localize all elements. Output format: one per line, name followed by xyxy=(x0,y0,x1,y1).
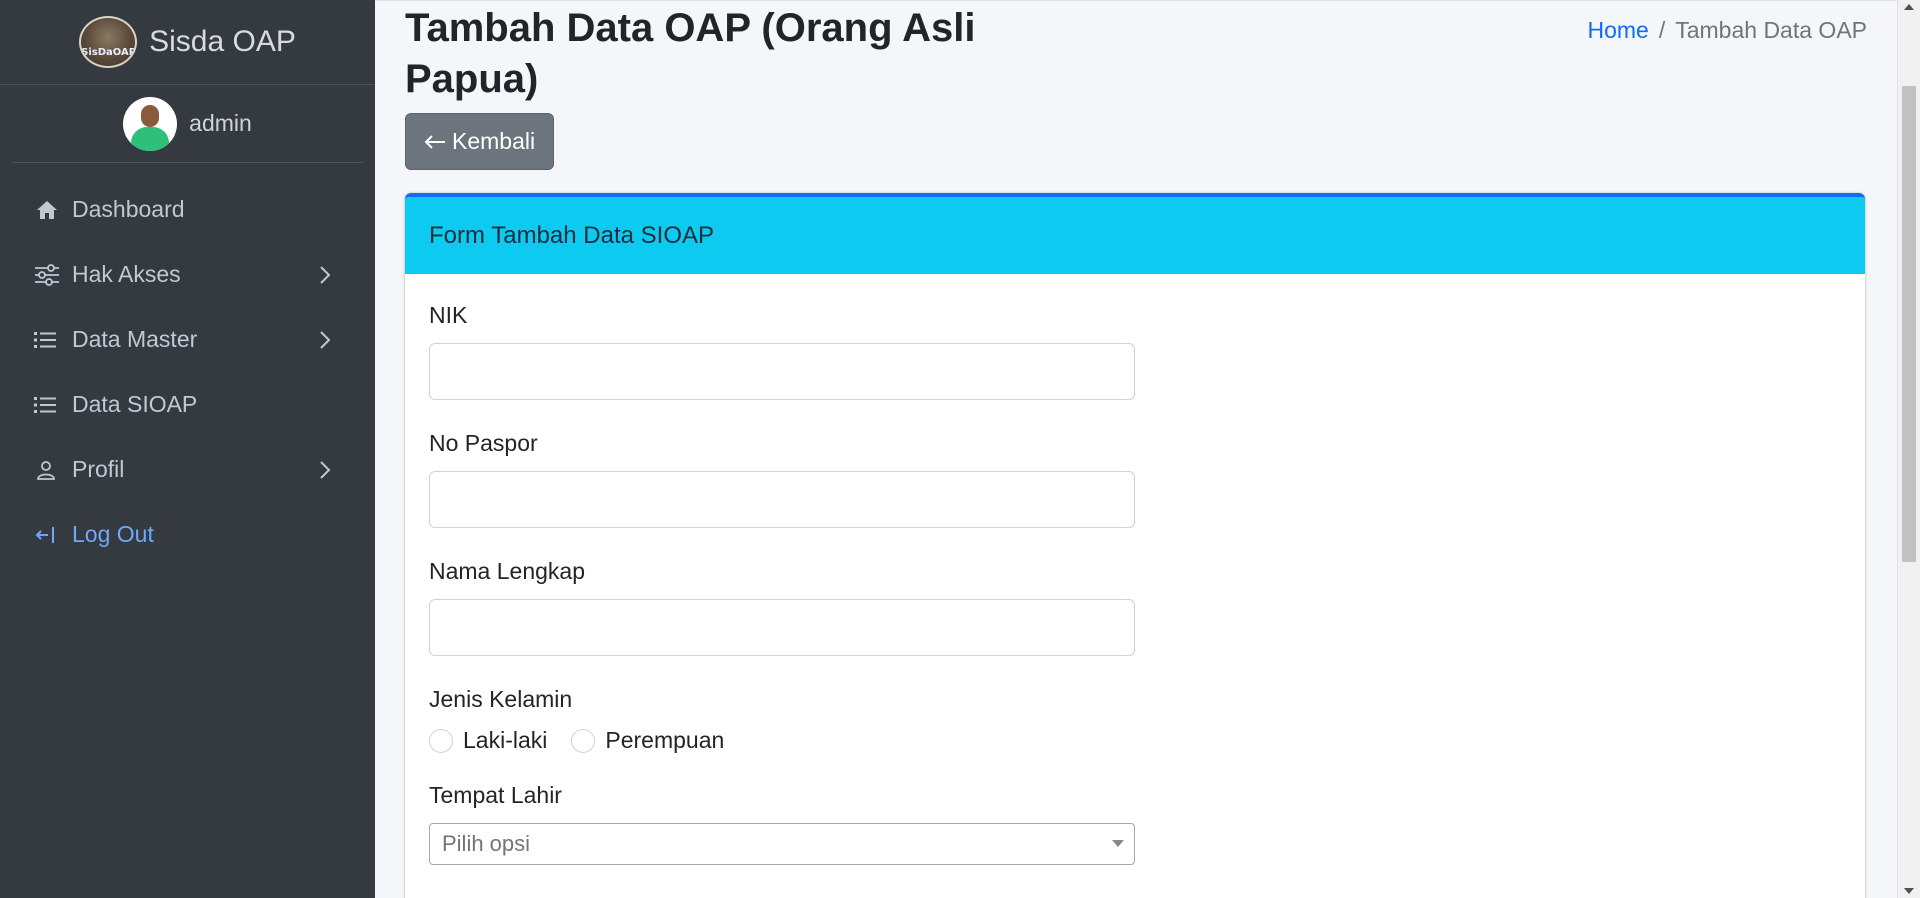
paspor-label: No Paspor xyxy=(429,430,538,456)
nama-field[interactable] xyxy=(429,599,1135,656)
nik-field[interactable] xyxy=(429,343,1135,400)
radio-circle[interactable] xyxy=(429,728,453,753)
card-header: Form Tambah Data SIOAP xyxy=(405,197,1865,274)
jenis-kelamin-group: Jenis Kelamin Laki-laki Perempuan xyxy=(429,686,1841,754)
nik-label: NIK xyxy=(429,302,468,328)
nama-label: Nama Lengkap xyxy=(429,558,585,584)
scroll-down-icon[interactable] xyxy=(1904,888,1914,894)
nik-group: NIK xyxy=(429,302,1841,400)
card-body: NIK No Paspor Nama Lengkap Jenis Kelamin… xyxy=(405,274,1865,898)
person-icon xyxy=(36,460,72,480)
form-card: Form Tambah Data SIOAP NIK No Paspor Nam… xyxy=(405,193,1865,898)
sidebar-item-label: Dashboard xyxy=(72,196,185,222)
tempat-lahir-label: Tempat Lahir xyxy=(429,782,562,808)
user-name: admin xyxy=(189,110,252,136)
tempat-lahir-select[interactable]: Pilih opsi xyxy=(429,823,1135,865)
home-icon xyxy=(36,200,72,220)
page-scrollbar[interactable] xyxy=(1897,0,1920,898)
sidebar-item-label: Profil xyxy=(72,456,125,482)
sliders-icon xyxy=(34,263,72,286)
avatar xyxy=(123,96,178,151)
sidebar-item-data-sioap[interactable]: Data SIOAP xyxy=(0,372,375,437)
brand-link[interactable]: SisDaOAP Sisda OAP xyxy=(0,0,375,85)
brand-logo-text: SisDaOAP xyxy=(81,47,137,58)
user-panel[interactable]: admin xyxy=(12,85,363,163)
sidebar-item-dashboard[interactable]: Dashboard xyxy=(0,177,375,242)
back-button-label: Kembali xyxy=(452,128,536,154)
brand-logo: SisDaOAP xyxy=(79,16,138,68)
sidebar-item-label: Hak Akses xyxy=(72,261,181,287)
radio-laki-laki[interactable]: Laki-laki xyxy=(429,727,547,754)
list-icon xyxy=(34,331,72,349)
chevron-right-icon xyxy=(315,265,335,285)
list-icon xyxy=(34,396,72,414)
chevron-right-icon xyxy=(315,330,335,350)
jenis-kelamin-label: Jenis Kelamin xyxy=(429,686,573,712)
paspor-group: No Paspor xyxy=(429,430,1841,528)
radio-label: Laki-laki xyxy=(463,727,548,753)
sidebar-item-hak-akses[interactable]: Hak Akses xyxy=(0,242,375,307)
select-placeholder: Pilih opsi xyxy=(442,831,531,856)
breadcrumb-home-link[interactable]: Home xyxy=(1587,17,1648,44)
scroll-thumb[interactable] xyxy=(1902,86,1916,562)
main-content: Tambah Data OAP (Orang Asli Papua) Home … xyxy=(375,0,1897,898)
brand-title: Sisda OAP xyxy=(149,25,296,58)
back-button[interactable]: Kembali xyxy=(405,113,555,170)
card-title: Form Tambah Data SIOAP xyxy=(429,221,714,249)
radio-circle[interactable] xyxy=(571,728,596,753)
breadcrumb: Home / Tambah Data OAP xyxy=(1587,17,1867,44)
page-title: Tambah Data OAP (Orang Asli Papua) xyxy=(405,6,976,101)
breadcrumb-current: Tambah Data OAP xyxy=(1675,17,1867,43)
breadcrumb-separator: / xyxy=(1658,17,1666,43)
sidebar-item-label: Data SIOAP xyxy=(72,391,198,417)
nama-group: Nama Lengkap xyxy=(429,558,1841,656)
sidebar-item-profil[interactable]: Profil xyxy=(0,437,375,502)
jenis-kelamin-radios: Laki-laki Perempuan xyxy=(429,727,1841,754)
caret-down-icon xyxy=(1112,840,1124,847)
tempat-lahir-group: Tempat Lahir Pilih opsi xyxy=(429,782,1841,865)
chevron-right-icon xyxy=(315,460,335,480)
sidebar: SisDaOAP Sisda OAP admin Dashboard Hak A… xyxy=(0,0,375,898)
radio-perempuan[interactable]: Perempuan xyxy=(571,727,724,754)
paspor-field[interactable] xyxy=(429,471,1135,528)
sidebar-item-data-master[interactable]: Data Master xyxy=(0,307,375,372)
sidebar-item-logout[interactable]: Log Out xyxy=(0,502,375,567)
radio-label: Perempuan xyxy=(605,727,725,753)
sidebar-item-label: Log Out xyxy=(72,521,154,547)
arrow-left-icon xyxy=(424,134,446,150)
logout-icon xyxy=(34,525,72,545)
scroll-up-icon[interactable] xyxy=(1904,4,1914,10)
sidebar-nav: Dashboard Hak Akses Data Master Data SIO… xyxy=(0,163,375,567)
sidebar-item-label: Data Master xyxy=(72,326,198,352)
